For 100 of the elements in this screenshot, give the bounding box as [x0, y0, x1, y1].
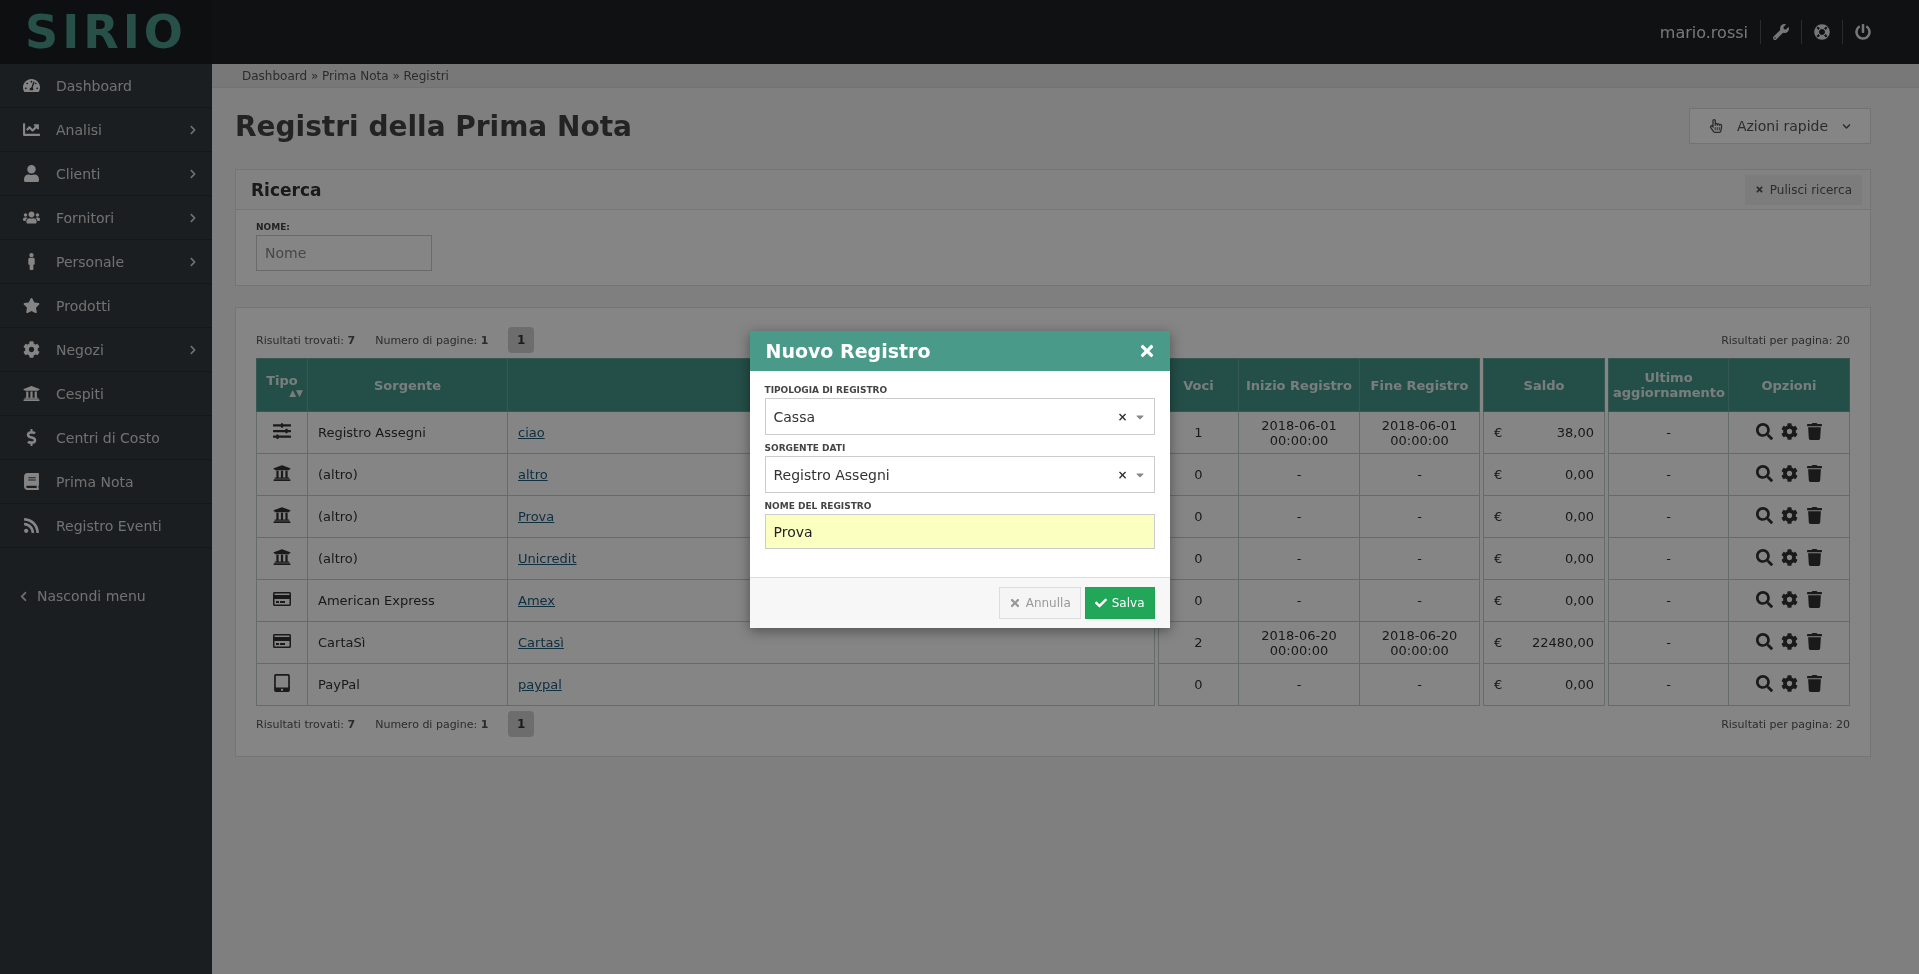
sidebar-item[interactable]: Prima Nota [0, 460, 212, 504]
sidebar-item[interactable]: Cespiti [0, 372, 212, 416]
chevron-left-icon [18, 590, 29, 602]
hide-menu-link[interactable]: Nascondi menu [0, 588, 212, 604]
currency-symbol: € [1494, 509, 1503, 524]
credit-card-icon [273, 590, 291, 608]
search-icon[interactable] [1755, 632, 1773, 650]
balance-amount: 0,00 [1565, 677, 1594, 692]
clear-selection[interactable]: × [1117, 467, 1128, 482]
select-field[interactable]: Cassa × [764, 398, 1155, 435]
balance-amount: 0,00 [1565, 509, 1594, 524]
last-update: - [1666, 425, 1671, 440]
sidebar-item[interactable]: Dashboard [0, 64, 212, 108]
sidebar-item[interactable]: Prodotti [0, 284, 212, 328]
trash-icon[interactable] [1805, 590, 1823, 608]
settings-icon[interactable] [1780, 632, 1798, 650]
trash-icon[interactable] [1805, 464, 1823, 482]
entries-count: 0 [1194, 467, 1203, 482]
end-date: - [1417, 677, 1422, 692]
search-icon[interactable] [1755, 506, 1773, 524]
column-header: Ultimo aggiornamento [1608, 358, 1729, 412]
search-icon[interactable] [1755, 422, 1773, 440]
start-date: - [1296, 509, 1302, 524]
sidebar-item[interactable]: Fornitori [0, 196, 212, 240]
quick-actions-button[interactable]: Azioni rapide [1689, 108, 1871, 144]
field-label: NOME DEL REGISTRO [764, 501, 873, 511]
search-icon[interactable] [1755, 464, 1773, 482]
entries-count: 2 [1194, 635, 1203, 650]
balance-amount: 0,00 [1565, 467, 1594, 482]
clear-selection[interactable]: × [1117, 409, 1128, 424]
settings-icon[interactable] [1780, 590, 1798, 608]
currency-symbol: € [1494, 635, 1503, 650]
save-button[interactable]: Salva [1084, 587, 1155, 619]
balance-amount: 38,00 [1556, 425, 1594, 440]
source-text: American Express [318, 593, 435, 608]
power-icon[interactable] [1855, 24, 1871, 40]
source-text: PayPal [318, 677, 360, 692]
book-icon [22, 473, 40, 490]
entries-count: 0 [1194, 677, 1203, 692]
register-link[interactable]: altro [518, 467, 548, 482]
register-link[interactable]: Prova [518, 509, 555, 524]
sidebar-item[interactable]: Personale [0, 240, 212, 284]
source-text: CartaSì [318, 635, 366, 650]
clear-search-button[interactable]: Pulisci ricerca [1744, 174, 1862, 205]
last-update: - [1666, 677, 1671, 692]
sort-arrows[interactable]: ▲▼ [261, 387, 303, 398]
trash-icon[interactable] [1805, 422, 1823, 440]
star-icon [22, 297, 40, 314]
trash-icon[interactable] [1805, 674, 1823, 692]
page-button[interactable]: 1 [508, 327, 535, 353]
source-text: (altro) [318, 467, 358, 482]
search-icon[interactable] [1755, 674, 1773, 692]
settings-icon[interactable] [1780, 674, 1798, 692]
input-field[interactable]: Prova [764, 514, 1155, 549]
register-link[interactable]: Cartasì [518, 635, 564, 650]
name-search-field[interactable]: Nome [256, 235, 432, 271]
username[interactable]: mario.rossi [1647, 20, 1761, 44]
settings-icon[interactable] [1780, 506, 1798, 524]
source-text: Registro Assegni [318, 425, 426, 440]
close-icon [1008, 597, 1021, 609]
wrench-icon[interactable] [1773, 24, 1789, 40]
register-link[interactable]: Unicredit [518, 551, 577, 566]
sidebar-item[interactable]: Clienti [0, 152, 212, 196]
register-link[interactable]: Amex [518, 593, 556, 608]
trash-icon[interactable] [1805, 632, 1823, 650]
settings-icon[interactable] [1780, 422, 1798, 440]
sidebar-item[interactable]: Analisi [0, 108, 212, 152]
entries-count: 1 [1194, 425, 1203, 440]
cancel-button[interactable]: Annulla [998, 587, 1081, 619]
currency-symbol: € [1494, 425, 1503, 440]
lifebuoy-icon[interactable] [1814, 24, 1830, 40]
line-chart-icon [22, 121, 40, 138]
settings-icon[interactable] [1780, 548, 1798, 566]
sidebar-item[interactable]: Negozi [0, 328, 212, 372]
trash-icon[interactable] [1805, 506, 1823, 524]
column-header[interactable]: Tipo ▲▼ [256, 358, 308, 412]
select-field[interactable]: Registro Assegni × [764, 456, 1155, 493]
currency-symbol: € [1494, 551, 1503, 566]
last-update: - [1666, 593, 1671, 608]
currency-symbol: € [1494, 467, 1503, 482]
bank-icon [273, 506, 291, 524]
sidebar-item[interactable]: Centri di Costo [0, 416, 212, 460]
page-count: Numero di pagine: 1 [375, 717, 489, 731]
trash-icon[interactable] [1805, 548, 1823, 566]
search-icon[interactable] [1755, 548, 1773, 566]
last-update: - [1666, 551, 1671, 566]
start-date: 2018-06-20 00:00:00 [1261, 627, 1337, 658]
settings-icon[interactable] [1780, 464, 1798, 482]
page-count: Numero di pagine: 1 [375, 333, 489, 347]
field-label: TIPOLOGIA DI REGISTRO [764, 385, 889, 395]
register-link[interactable]: ciao [518, 425, 545, 440]
balance-amount: 0,00 [1565, 551, 1594, 566]
entries-count: 0 [1194, 593, 1203, 608]
end-date: - [1417, 509, 1422, 524]
page-button[interactable]: 1 [508, 711, 535, 737]
source-text: (altro) [318, 509, 358, 524]
search-icon[interactable] [1755, 590, 1773, 608]
chevron-down-icon [1842, 121, 1852, 131]
register-link[interactable]: paypal [518, 677, 562, 692]
sidebar-item[interactable]: Registro Eventi [0, 504, 212, 548]
